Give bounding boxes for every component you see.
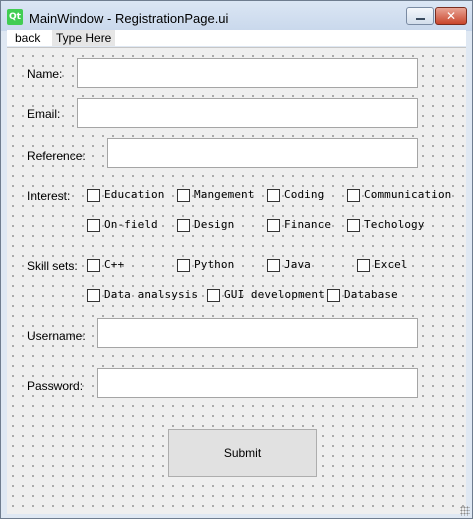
password-input[interactable]: [98, 369, 417, 397]
checkbox-label: Techology: [364, 218, 425, 231]
interest-label: Interest:: [27, 189, 71, 203]
menu-item-back[interactable]: back: [11, 30, 44, 46]
size-grip-icon[interactable]: [460, 506, 470, 516]
checkbox-box[interactable]: [87, 189, 100, 202]
checkbox-box[interactable]: [267, 189, 280, 202]
checkbox-label: Excel: [374, 258, 408, 271]
checkbox-box[interactable]: [177, 219, 190, 232]
menu-bar: back Type Here: [7, 30, 466, 46]
password-label: Password:: [27, 379, 84, 393]
checkbox-box[interactable]: [177, 259, 190, 272]
checkbox-label: C++: [104, 258, 125, 271]
checkbox-box[interactable]: [267, 219, 280, 232]
checkbox-label: Python: [194, 258, 235, 271]
checkbox-box[interactable]: [327, 289, 340, 302]
qt-icon: Qt: [7, 9, 23, 25]
checkbox-label: Mangement: [194, 188, 255, 201]
checkbox-box[interactable]: [87, 289, 100, 302]
reference-input[interactable]: [108, 139, 417, 167]
checkbox-label: Finance: [284, 218, 332, 231]
username-input[interactable]: [98, 319, 417, 347]
checkbox-label: On-field: [104, 218, 158, 231]
name-label: Name:: [27, 67, 63, 81]
name-input[interactable]: [78, 59, 417, 87]
menu-item-type-here[interactable]: Type Here: [52, 30, 116, 46]
window-title: MainWindow - RegistrationPage.ui: [29, 11, 229, 26]
checkbox-label: Java: [284, 258, 311, 271]
checkbox-label: Coding: [284, 188, 325, 201]
reference-field[interactable]: [107, 138, 418, 168]
name-field[interactable]: [77, 58, 418, 88]
checkbox-label: Data analsysis: [104, 288, 199, 301]
skills-label: Skill sets:: [27, 259, 78, 273]
submit-button[interactable]: Submit: [168, 429, 317, 477]
email-input[interactable]: [78, 99, 417, 127]
checkbox-box[interactable]: [267, 259, 280, 272]
checkbox-box[interactable]: [347, 219, 360, 232]
checkbox-box[interactable]: [207, 289, 220, 302]
checkbox-label: Communication: [364, 188, 452, 201]
checkbox-label: Database: [344, 288, 398, 301]
checkbox-label: GUI development: [224, 288, 325, 301]
checkbox-box[interactable]: [87, 219, 100, 232]
reference-label: Reference:: [27, 149, 86, 163]
checkbox-box[interactable]: [177, 189, 190, 202]
username-field[interactable]: [97, 318, 418, 348]
checkbox-label: Education: [104, 188, 165, 201]
minimize-icon: [416, 18, 425, 20]
checkbox-box[interactable]: [87, 259, 100, 272]
username-label: Username:: [27, 329, 86, 343]
checkbox-box[interactable]: [357, 259, 370, 272]
close-icon: ✕: [445, 9, 457, 23]
checkbox-box[interactable]: [347, 189, 360, 202]
minimize-button[interactable]: [406, 7, 434, 25]
checkbox-label: Design: [194, 218, 235, 231]
email-field[interactable]: [77, 98, 418, 128]
close-button[interactable]: ✕: [435, 7, 467, 25]
email-label: Email:: [27, 107, 61, 121]
title-bar[interactable]: Qt MainWindow - RegistrationPage.ui ✕: [1, 1, 472, 31]
password-field[interactable]: [97, 368, 418, 398]
